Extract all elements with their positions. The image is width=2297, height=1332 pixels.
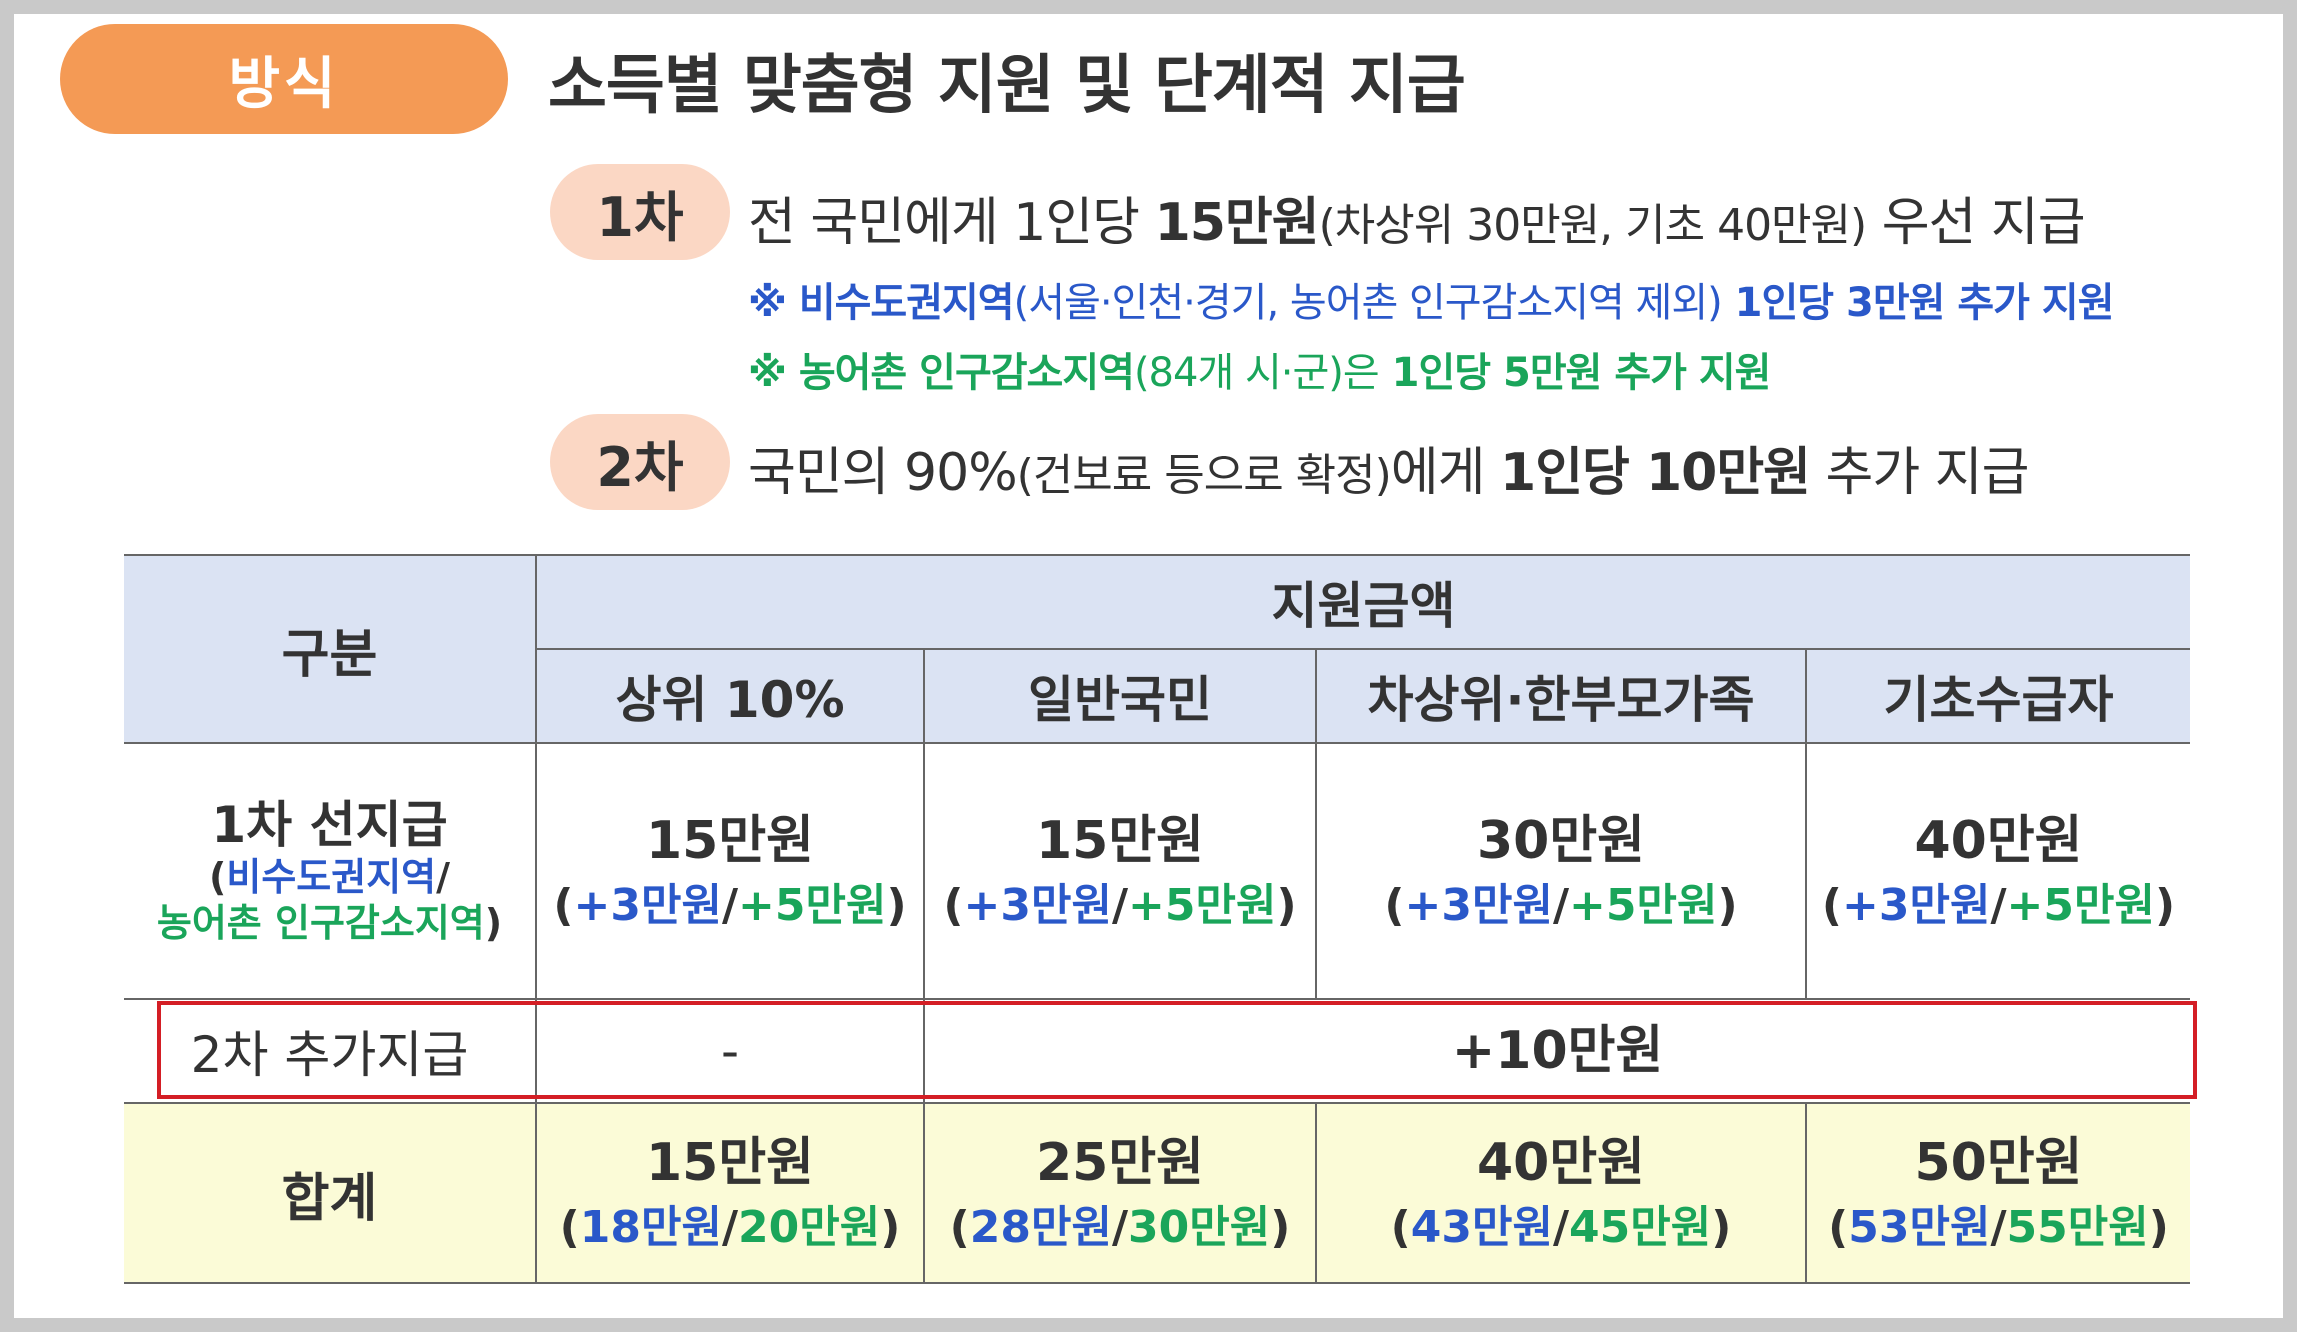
row1-cell-basic-recipient: 40만원 (+3만원/+5만원) (1805, 742, 2190, 1000)
header-col-top10: 상위 10% (536, 648, 925, 744)
amount-blue: +3만원 (573, 880, 722, 932)
amount-main: 50만원 (1914, 1133, 2083, 1194)
amount-extra: (+3만원/+5만원) (1384, 880, 1738, 932)
row1-cell-top10: 15만원 (+3만원/+5만원) (535, 742, 925, 1000)
amount-green: +5만원 (738, 880, 887, 932)
note2-detail: (84개 시·군)은 (1133, 350, 1380, 396)
stage1-note-rural: ※ 농어촌 인구감소지역(84개 시·군)은 1인당 5만원 추가 지원 (748, 340, 1772, 398)
total-cell-general: 25만원 (28만원/30만원) (923, 1102, 1317, 1284)
amount-extra: (+3만원/+5만원) (943, 880, 1297, 932)
stage1-description: 전 국민에게 1인당 15만원(차상위 30만원, 기초 40만원) 우선 지급 (748, 180, 2086, 255)
header-col-near-poverty: 차상위·한부모가족 (1315, 648, 1807, 744)
note2-amount: 1인당 5만원 추가 지원 (1378, 350, 1772, 396)
amount-main: 25만원 (1035, 1133, 1205, 1194)
amount-blue: 43만원 (1410, 1202, 1553, 1254)
stage1-text-c: (차상위 30만원, 기초 40만원) (1318, 200, 1868, 251)
stage2-text-c: 에게 (1390, 443, 1501, 503)
row1-cell-near-poverty: 30만원 (+3만원/+5만원) (1315, 742, 1807, 1000)
row-label-total: 합계 (124, 1102, 537, 1284)
header-support-amount: 지원금액 (535, 554, 2190, 650)
amount-blue: 28만원 (969, 1202, 1112, 1254)
row1-subtitle-2: 농어촌 인구감소지역) (124, 901, 535, 947)
note1-title: ※ 비수도권지역 (748, 280, 1015, 326)
amount-blue: +3만원 (1404, 880, 1553, 932)
table-row-total: 합계 15만원 (18만원/20만원) 25만원 (28만원/30만원) 40만원 (… (124, 1102, 2190, 1284)
amount-blue: +3만원 (963, 880, 1112, 932)
amount-green: +5만원 (2006, 880, 2155, 932)
amount-blue: 18만원 (579, 1202, 722, 1254)
table-row-first-payment: 1차 선지급 (비수도권지역/ 농어촌 인구감소지역) 15만원 (+3만원/+5… (124, 742, 2190, 1000)
row-label-first-payment: 1차 선지급 (비수도권지역/ 농어촌 인구감소지역) (124, 742, 537, 1000)
page-title: 소득별 맞춤형 지원 및 단계적 지급 (548, 49, 1466, 123)
stage1-text-a: 전 국민에게 1인당 (748, 193, 1155, 253)
row1-title: 1차 선지급 (211, 796, 448, 855)
stage1-text-d: 우선 지급 (1866, 193, 2086, 253)
amount-main: 15만원 (645, 811, 815, 872)
stage1-amount: 15만원 (1154, 193, 1320, 253)
note1-detail: (서울·인천·경기, 농어촌 인구감소지역 제외) (1013, 280, 1723, 326)
amount-main: 40만원 (1476, 1133, 1646, 1194)
highlight-box-second-payment (157, 1001, 2197, 1099)
header-col-general: 일반국민 (923, 648, 1317, 744)
stage2-badge: 2차 (550, 414, 730, 510)
amount-main: 15만원 (1035, 811, 1205, 872)
amount-extra: (18만원/20만원) (559, 1202, 901, 1254)
amount-green: 45만원 (1569, 1202, 1712, 1254)
note2-title: ※ 농어촌 인구감소지역 (748, 350, 1135, 396)
amount-green: 55만원 (2006, 1202, 2149, 1254)
amount-green: 20만원 (738, 1202, 881, 1254)
row1-slash: / (436, 855, 451, 900)
amount-main: 30만원 (1476, 811, 1646, 872)
support-amount-table: 구분 지원금액 상위 10% 일반국민 차상위·한부모가족 기초수급자 1차 선… (124, 554, 2190, 1284)
note1-amount: 1인당 3만원 추가 지원 (1721, 280, 2115, 326)
row1-cell-general: 15만원 (+3만원/+5만원) (923, 742, 1317, 1000)
stage2-description: 국민의 90%(건보료 등으로 확정)에게 1인당 10만원 추가 지급 (748, 430, 2030, 505)
total-cell-basic-recipient: 50만원 (53만원/55만원) (1805, 1102, 2190, 1284)
stage1-badge: 1차 (550, 164, 730, 260)
header-gubun: 구분 (124, 554, 537, 744)
amount-extra: (+3만원/+5만원) (553, 880, 907, 932)
stage1-note-noncapital: ※ 비수도권지역(서울·인천·경기, 농어촌 인구감소지역 제외) 1인당 3만… (748, 270, 2115, 328)
total-cell-top10: 15만원 (18만원/20만원) (535, 1102, 925, 1284)
row1-noncapital: 비수도권지역 (226, 855, 437, 900)
amount-extra: (28만원/30만원) (949, 1202, 1291, 1254)
amount-green: 30만원 (1128, 1202, 1271, 1254)
header-col-basic-recipient: 기초수급자 (1805, 648, 2190, 744)
stage2-text-b: (건보료 등으로 확정) (1016, 450, 1392, 501)
amount-extra: (+3만원/+5만원) (1821, 880, 2176, 932)
total-cell-near-poverty: 40만원 (43만원/45만원) (1315, 1102, 1807, 1284)
stage2-text-a: 국민의 90% (748, 443, 1018, 503)
amount-main: 15만원 (645, 1133, 815, 1194)
row1-rural: 농어촌 인구감소지역 (156, 901, 485, 945)
method-badge: 방식 (60, 24, 508, 134)
amount-extra: (43만원/45만원) (1390, 1202, 1732, 1254)
row1-subtitle: (비수도권지역/ (124, 855, 535, 901)
table-header-row: 구분 지원금액 (124, 554, 2190, 744)
row1-paren-close: ) (484, 901, 503, 945)
amount-green: +5만원 (1569, 880, 1718, 932)
row1-paren-open: ( (208, 855, 227, 900)
amount-main: 40만원 (1914, 811, 2083, 872)
amount-green: +5만원 (1128, 880, 1277, 932)
stage2-text-e: 추가 지급 (1810, 443, 2030, 503)
amount-blue: +3만원 (1842, 880, 1991, 932)
amount-extra: (53만원/55만원) (1828, 1202, 2169, 1254)
stage2-amount: 1인당 10만원 (1500, 443, 1811, 503)
amount-blue: 53만원 (1848, 1202, 1991, 1254)
